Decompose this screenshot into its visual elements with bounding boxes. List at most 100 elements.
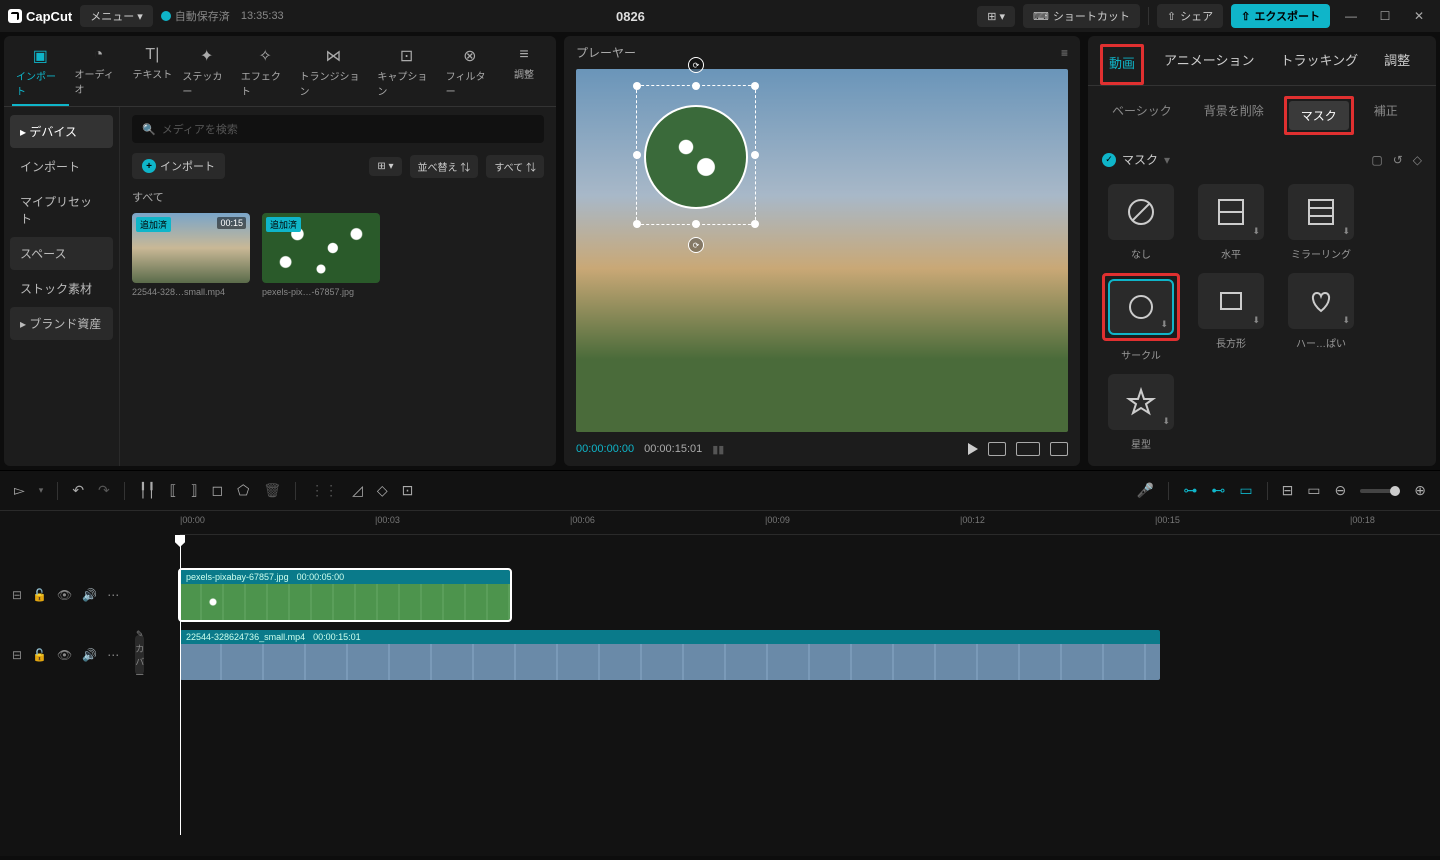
- mask-shape-rect[interactable]: ⬇: [1198, 273, 1264, 329]
- prop-tab-アニメーション[interactable]: アニメーション: [1158, 44, 1260, 85]
- prop-tab-トラッキング[interactable]: トラッキング: [1275, 44, 1365, 85]
- rotate-handle-top[interactable]: ⟳: [688, 57, 704, 73]
- sidebar-item[interactable]: ストック素材: [10, 272, 113, 305]
- mask-reset-icon[interactable]: ↺: [1393, 153, 1403, 167]
- track-collapse-icon[interactable]: ⊟: [12, 648, 22, 662]
- menu-button[interactable]: メニュー ▾: [80, 5, 153, 27]
- mask-shape-mirror[interactable]: ⬇: [1288, 184, 1354, 240]
- track-mute-icon[interactable]: 🔊: [82, 648, 97, 662]
- track-visible-icon[interactable]: 👁: [57, 588, 72, 602]
- select-tool-icon[interactable]: ▻: [14, 482, 25, 499]
- ratio-icon[interactable]: [1016, 442, 1040, 456]
- prop-tab-動画[interactable]: 動画: [1100, 44, 1144, 85]
- fullscreen-icon[interactable]: [1050, 442, 1068, 456]
- cover-button[interactable]: ✎カバー: [135, 635, 144, 675]
- sub-tab-ベーシック[interactable]: ベーシック: [1100, 96, 1184, 135]
- zoom-slider[interactable]: [1360, 489, 1400, 493]
- align-icon[interactable]: ⊟: [1282, 482, 1294, 499]
- prop-tab-調整[interactable]: 調整: [1378, 44, 1416, 85]
- trim-left-icon[interactable]: ⟦: [170, 482, 177, 499]
- media-tab-調整[interactable]: ≡調整: [500, 40, 548, 106]
- mask-keyframe-icon[interactable]: ◇: [1413, 153, 1422, 167]
- mask-shape-heart[interactable]: ⬇: [1288, 273, 1354, 329]
- filter-all-button[interactable]: すべて ⇅: [486, 155, 544, 178]
- crop-icon[interactable]: ◻: [212, 482, 224, 499]
- media-tab-トランジション[interactable]: ⋈トランジション: [295, 40, 371, 106]
- shield-icon[interactable]: ⬠: [237, 482, 249, 499]
- play-button[interactable]: [968, 443, 978, 455]
- player-menu-icon[interactable]: ≡: [1061, 46, 1068, 60]
- mask-shape-none[interactable]: [1108, 184, 1174, 240]
- trim-right-icon[interactable]: ⟧: [191, 482, 198, 499]
- resize-handle[interactable]: [751, 151, 759, 159]
- minimize-icon[interactable]: —: [1338, 6, 1364, 26]
- mic-icon[interactable]: 🎤: [1137, 482, 1154, 499]
- share-button[interactable]: ⇧ シェア: [1157, 4, 1223, 28]
- export-button[interactable]: ⇧ エクスポート: [1231, 4, 1330, 28]
- resize-handle[interactable]: [692, 220, 700, 228]
- mask-shape-star[interactable]: ⬇: [1108, 374, 1174, 430]
- frame-back-icon[interactable]: ▮▮: [712, 443, 724, 456]
- import-button[interactable]: +インポート: [132, 153, 225, 179]
- mask-circle-preview[interactable]: [644, 105, 748, 209]
- link-icon[interactable]: ⊷: [1211, 482, 1225, 499]
- sidebar-item[interactable]: ▸ デバイス: [10, 115, 113, 148]
- sidebar-item[interactable]: インポート: [10, 150, 113, 183]
- playhead[interactable]: [180, 535, 181, 835]
- media-thumbnail[interactable]: 追加済00:1522544-328…small.mp4: [132, 213, 250, 297]
- sub-tab-補正[interactable]: 補正: [1362, 96, 1410, 135]
- mirror-icon[interactable]: ◿: [352, 482, 363, 499]
- track-lock-icon[interactable]: 🔓: [32, 588, 47, 602]
- sub-tab-マスク[interactable]: マスク: [1289, 101, 1349, 130]
- track-mute-icon[interactable]: 🔊: [82, 588, 97, 602]
- resize-handle[interactable]: [692, 82, 700, 90]
- maximize-icon[interactable]: ☐: [1372, 6, 1398, 26]
- shortcut-button[interactable]: ⌨ ショートカット: [1023, 4, 1140, 28]
- snap-icon[interactable]: ▭: [1239, 482, 1252, 499]
- track-more-icon[interactable]: ⋯: [107, 588, 119, 602]
- track-collapse-icon[interactable]: ⊟: [12, 588, 22, 602]
- timeline-ruler[interactable]: |00:00|00:03|00:06|00:09|00:12|00:15|00:…: [180, 511, 1440, 535]
- mask-shape-circle[interactable]: ⬇: [1108, 279, 1174, 335]
- sub-tab-背景を削除[interactable]: 背景を削除: [1192, 96, 1276, 135]
- sort-button[interactable]: 並べ替え ⇅: [410, 155, 479, 178]
- redo-icon[interactable]: ↷: [98, 482, 110, 499]
- mask-enable-toggle[interactable]: ✓: [1102, 153, 1116, 167]
- clip-main[interactable]: 22544-328624736_small.mp400:00:15:01: [180, 630, 1160, 680]
- media-tab-オーディオ[interactable]: ◔オーディオ: [71, 40, 127, 106]
- zoom-out-icon[interactable]: ⊖: [1335, 482, 1347, 499]
- split-icon[interactable]: ╿╿: [139, 482, 156, 499]
- resize-handle[interactable]: [751, 82, 759, 90]
- close-icon[interactable]: ✕: [1406, 6, 1432, 26]
- rotate-handle-bottom[interactable]: ⟳: [688, 237, 704, 253]
- mask-edit-icon[interactable]: ▢: [1371, 153, 1382, 167]
- resize-handle[interactable]: [751, 220, 759, 228]
- track-more-icon[interactable]: ⋯: [107, 648, 119, 662]
- media-tab-キャプション[interactable]: ⊡キャプション: [373, 40, 439, 106]
- media-tab-フィルター[interactable]: ⊗フィルター: [442, 40, 498, 106]
- media-tab-ステッカー[interactable]: ✦ステッカー: [178, 40, 235, 106]
- view-mode-button[interactable]: ⊞ ▾: [369, 157, 401, 176]
- mask-shape-horiz[interactable]: ⬇: [1198, 184, 1264, 240]
- sidebar-item[interactable]: マイプリセット: [10, 185, 113, 235]
- wave-icon[interactable]: ⋮⋮: [310, 482, 338, 499]
- clip-overlay[interactable]: pexels-pixabay-67857.jpg00:00:05:00: [180, 570, 510, 620]
- resize-handle[interactable]: [633, 151, 641, 159]
- media-search[interactable]: 🔍 メディアを検索: [132, 115, 544, 143]
- media-tab-インポート[interactable]: ▣インポート: [12, 40, 69, 106]
- sidebar-item[interactable]: ▸ ブランド資産: [10, 307, 113, 340]
- preview-icon[interactable]: ▭: [1307, 482, 1320, 499]
- crop2-icon[interactable]: ⊡: [402, 482, 414, 499]
- magnet-icon[interactable]: ⊶: [1183, 482, 1197, 499]
- rotate-icon[interactable]: ◇: [377, 482, 388, 499]
- safezone-icon[interactable]: [988, 442, 1006, 456]
- media-tab-エフェクト[interactable]: ✧エフェクト: [237, 40, 294, 106]
- resize-handle[interactable]: [633, 82, 641, 90]
- resize-handle[interactable]: [633, 220, 641, 228]
- aspect-ratio-button[interactable]: ⊞ ▾: [977, 6, 1015, 27]
- delete-icon[interactable]: 🗑: [263, 482, 281, 499]
- overlay-selection[interactable]: ⟳ ⟳: [636, 85, 756, 225]
- media-thumbnail[interactable]: 追加済pexels-pix…-67857.jpg: [262, 213, 380, 297]
- track-lock-icon[interactable]: 🔓: [32, 648, 47, 662]
- track-visible-icon[interactable]: 👁: [57, 648, 72, 662]
